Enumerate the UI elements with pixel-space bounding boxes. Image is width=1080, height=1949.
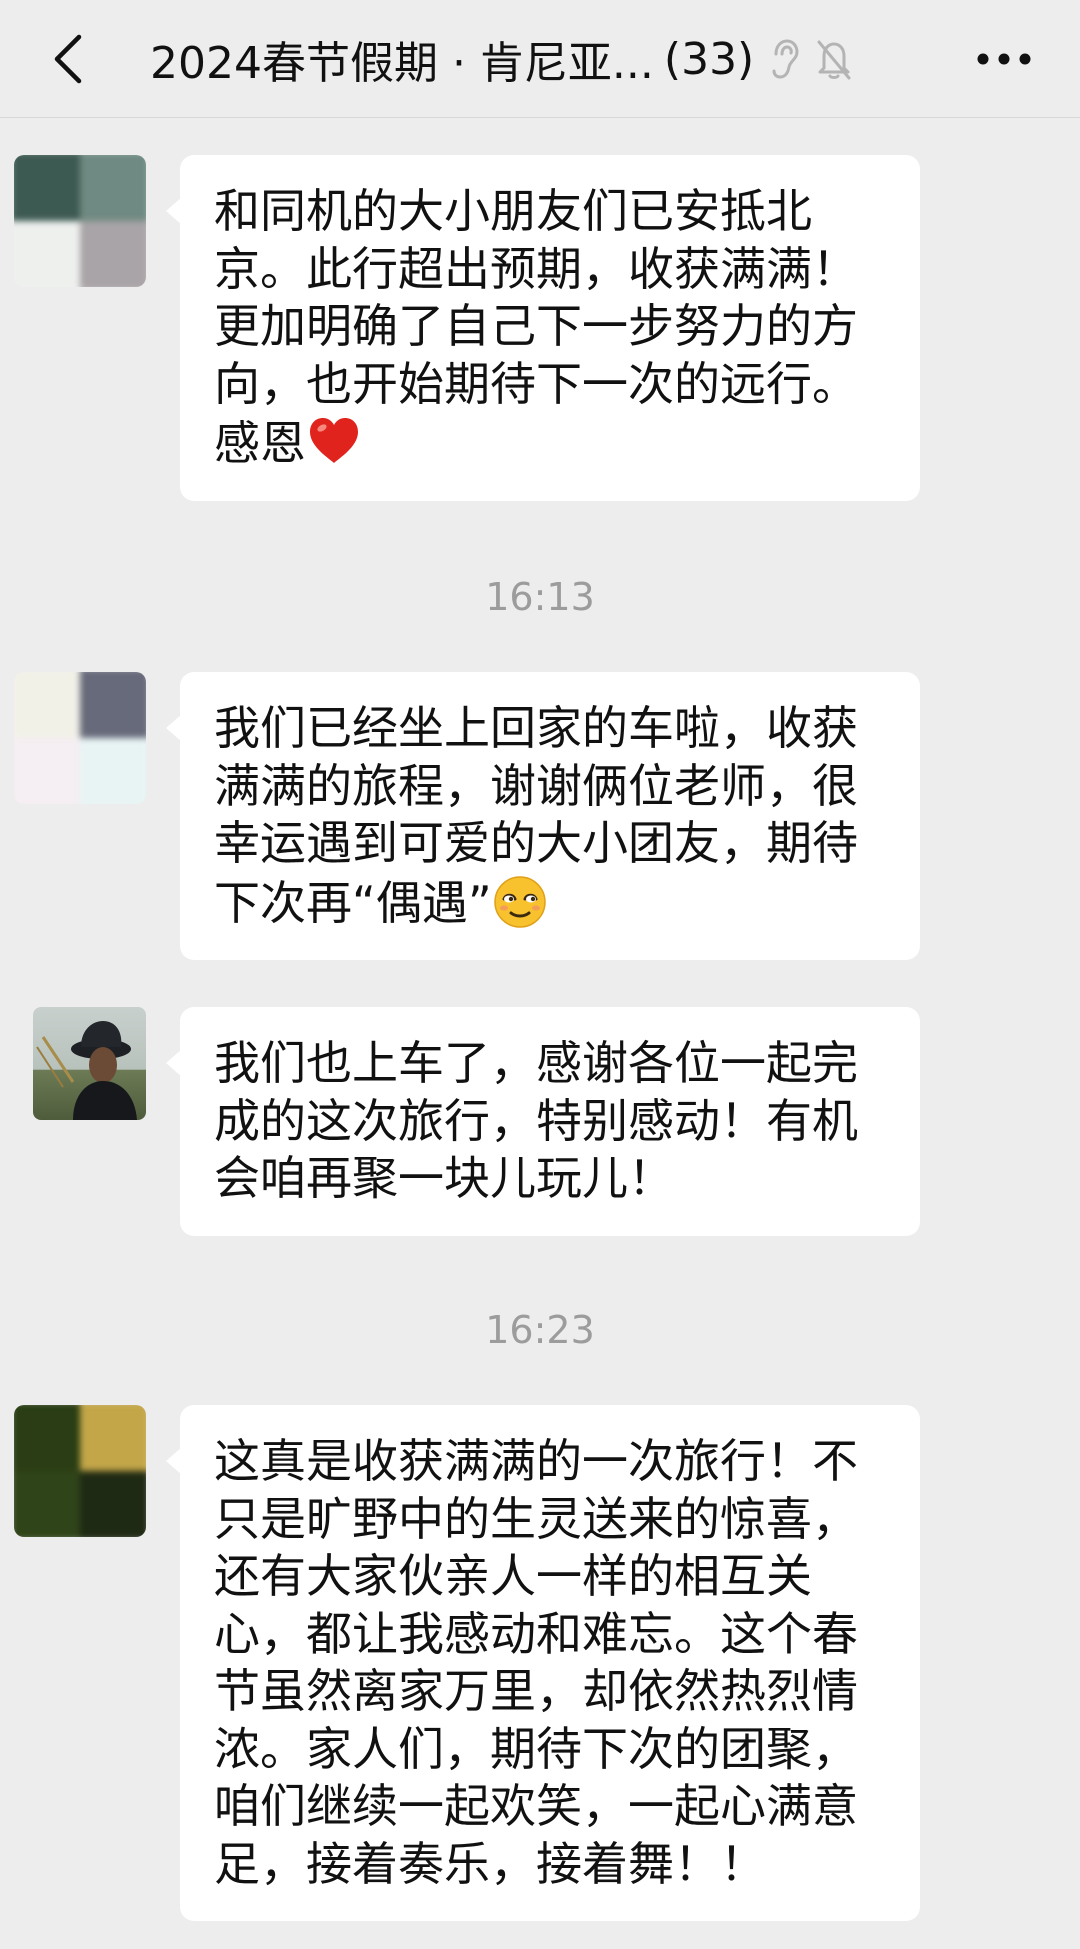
more-button[interactable]	[964, 24, 1044, 94]
more-horizontal-icon	[977, 53, 1031, 65]
ear-icon	[764, 37, 804, 81]
red-heart-emoji	[306, 413, 362, 469]
avatar[interactable]	[33, 1007, 146, 1120]
message-bubble[interactable]: 这真是收获满满的一次旅行！不只是旷野中的生灵送来的惊喜，还有大家伙亲人一样的相互…	[166, 1405, 920, 1921]
avatar[interactable]	[14, 155, 146, 287]
message-text: 我们也上车了，感谢各位一起完成的这次旅行，特别感动！有机会咱再聚一块儿玩儿！	[214, 1036, 858, 1205]
chat-title-area[interactable]: 2024春节假期 · 肯尼亚... (33)	[150, 28, 854, 90]
message-bubble[interactable]: 我们也上车了，感谢各位一起完成的这次旅行，特别感动！有机会咱再聚一块儿玩儿！	[166, 1007, 920, 1236]
chevron-left-icon	[54, 34, 82, 84]
message-text: 这真是收获满满的一次旅行！不只是旷野中的生灵送来的惊喜，还有大家伙亲人一样的相互…	[214, 1434, 858, 1891]
avatar[interactable]	[14, 1405, 146, 1537]
chat-title: 2024春节假期 · 肯尼亚...	[150, 38, 654, 89]
timestamp: 16:23	[485, 1308, 595, 1352]
avatar[interactable]	[14, 672, 146, 804]
back-button[interactable]	[34, 24, 104, 94]
bell-muted-icon	[814, 37, 854, 81]
timestamp: 16:13	[485, 575, 595, 619]
message-bubble[interactable]: 我们已经坐上回家的车啦，收获满满的旅程，谢谢俩位老师，很幸运遇到可爱的大小团友，…	[166, 672, 920, 960]
member-count: (33)	[663, 33, 755, 85]
chat-header: 2024春节假期 · 肯尼亚... (33)	[0, 0, 1080, 118]
relieved-face-emoji	[492, 873, 548, 929]
message-bubble[interactable]: 和同机的大小朋友们已安抵北京。此行超出预期，收获满满！更加明确了自己下一步努力的…	[166, 155, 920, 501]
